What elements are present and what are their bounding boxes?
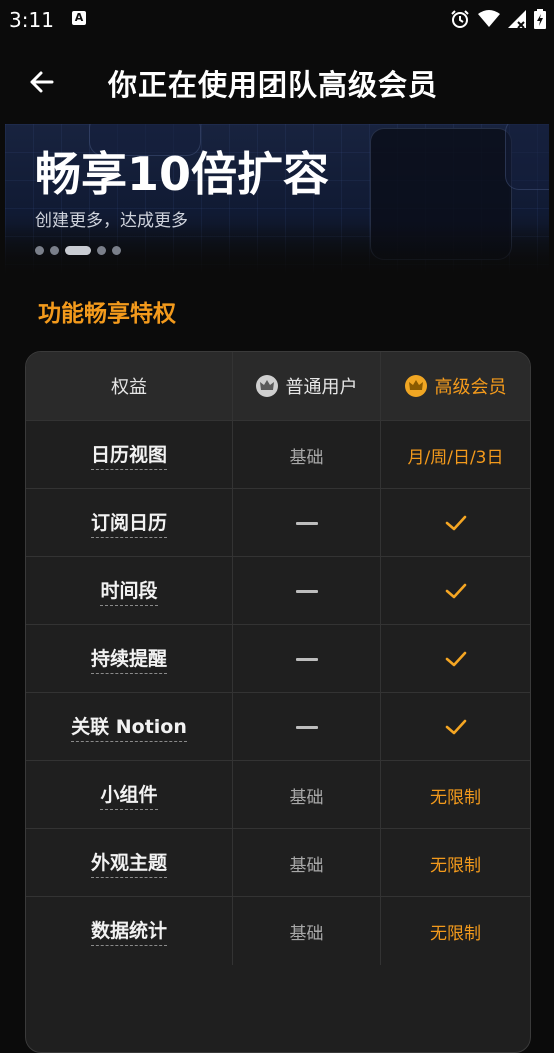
feature-label[interactable]: 持续提醒 xyxy=(90,644,167,674)
header-premium: 高级会员 xyxy=(434,377,507,398)
premium-value: 无限制 xyxy=(430,855,481,876)
back-button[interactable] xyxy=(26,66,58,98)
table-row: 数据统计 基础 无限制 xyxy=(26,896,530,965)
promo-banner[interactable]: 畅享10倍扩容 创建更多，达成更多 xyxy=(5,124,549,274)
dash-icon xyxy=(295,521,318,525)
crown-icon xyxy=(404,375,427,397)
table-row: 持续提醒 xyxy=(26,624,530,693)
a-notification-icon: A xyxy=(72,11,86,25)
feature-label[interactable]: 小组件 xyxy=(100,780,158,810)
carousel-dot[interactable] xyxy=(65,246,91,255)
feature-label[interactable]: 数据统计 xyxy=(90,916,167,946)
table-row: 时间段 xyxy=(26,556,530,625)
premium-cell xyxy=(381,557,530,625)
check-icon xyxy=(445,719,466,735)
normal-cell xyxy=(233,557,381,625)
arrow-left-icon xyxy=(30,71,54,93)
table-header: 权益 普通用户 高级会员 xyxy=(26,352,530,420)
section-title: 功能畅享特权 xyxy=(38,301,176,327)
dash-icon xyxy=(295,657,318,661)
normal-cell xyxy=(233,625,381,693)
check-icon xyxy=(445,583,466,599)
premium-cell: 月/周/日/3日 xyxy=(381,421,530,489)
carousel-dot[interactable] xyxy=(97,246,106,255)
status-bar: 3:11 A xyxy=(0,0,554,40)
carousel-indicator[interactable] xyxy=(35,246,121,255)
feature-cell: 日历视图 xyxy=(26,421,233,489)
normal-cell: 基础 xyxy=(233,761,381,829)
app-bar: 你正在使用团队高级会员 xyxy=(0,44,554,116)
alarm-icon xyxy=(451,10,469,28)
premium-value: 无限制 xyxy=(430,923,481,944)
header-premium-cell: 高级会员 xyxy=(381,352,530,420)
premium-cell: 无限制 xyxy=(381,829,530,897)
header-feature: 权益 xyxy=(111,377,147,398)
carousel-dot[interactable] xyxy=(35,246,44,255)
normal-value: 基础 xyxy=(289,855,324,876)
feature-label[interactable]: 订阅日历 xyxy=(90,508,167,538)
normal-value: 基础 xyxy=(289,923,324,944)
premium-cell xyxy=(381,625,530,693)
header-normal-cell: 普通用户 xyxy=(233,352,381,420)
feature-cell: 订阅日历 xyxy=(26,489,233,557)
status-icons xyxy=(450,8,546,30)
feature-label[interactable]: 外观主题 xyxy=(90,848,167,878)
premium-cell: 无限制 xyxy=(381,897,530,965)
banner-headline: 畅享10倍扩容 xyxy=(35,147,330,201)
premium-value: 月/周/日/3日 xyxy=(407,447,504,468)
dash-icon xyxy=(295,589,318,593)
feature-cell: 数据统计 xyxy=(26,897,233,965)
check-icon xyxy=(445,651,466,667)
battery-icon xyxy=(534,9,546,29)
normal-cell xyxy=(233,693,381,761)
normal-value: 基础 xyxy=(289,447,324,468)
normal-value: 基础 xyxy=(289,787,324,808)
normal-cell: 基础 xyxy=(233,897,381,965)
table-row: 订阅日历 xyxy=(26,488,530,557)
table-row: 日历视图 基础 月/周/日/3日 xyxy=(26,420,530,489)
feature-cell: 外观主题 xyxy=(26,829,233,897)
banner-decoration xyxy=(505,124,549,190)
banner-subtitle: 创建更多，达成更多 xyxy=(35,211,188,231)
feature-label[interactable]: 日历视图 xyxy=(90,440,167,470)
table-row: 小组件 基础 无限制 xyxy=(26,760,530,829)
wifi-icon xyxy=(478,10,500,27)
normal-cell: 基础 xyxy=(233,421,381,489)
premium-cell xyxy=(381,489,530,557)
table-row: 关联 Notion xyxy=(26,692,530,761)
feature-cell: 小组件 xyxy=(26,761,233,829)
feature-label[interactable]: 时间段 xyxy=(100,576,158,606)
premium-value: 无限制 xyxy=(430,787,481,808)
header-feature-cell: 权益 xyxy=(26,352,233,420)
carousel-dot[interactable] xyxy=(112,246,121,255)
normal-cell: 基础 xyxy=(233,829,381,897)
status-time: 3:11 xyxy=(9,8,54,32)
feature-cell: 时间段 xyxy=(26,557,233,625)
feature-cell: 持续提醒 xyxy=(26,625,233,693)
page-title: 你正在使用团队高级会员 xyxy=(108,68,439,102)
feature-cell: 关联 Notion xyxy=(26,693,233,761)
premium-cell: 无限制 xyxy=(381,761,530,829)
dash-icon xyxy=(295,725,318,729)
table-row: 外观主题 基础 无限制 xyxy=(26,828,530,897)
signal-icon xyxy=(508,10,526,28)
crown-icon xyxy=(255,375,278,397)
normal-cell xyxy=(233,489,381,557)
carousel-dot[interactable] xyxy=(50,246,59,255)
header-normal: 普通用户 xyxy=(285,377,358,398)
check-icon xyxy=(445,515,466,531)
premium-cell xyxy=(381,693,530,761)
benefits-table: 权益 普通用户 高级会员 日历视图 基础 月/周/日/3日 订阅日历 时间段 持续提醒 关联… xyxy=(25,351,531,1053)
feature-label[interactable]: 关联 Notion xyxy=(71,712,187,742)
